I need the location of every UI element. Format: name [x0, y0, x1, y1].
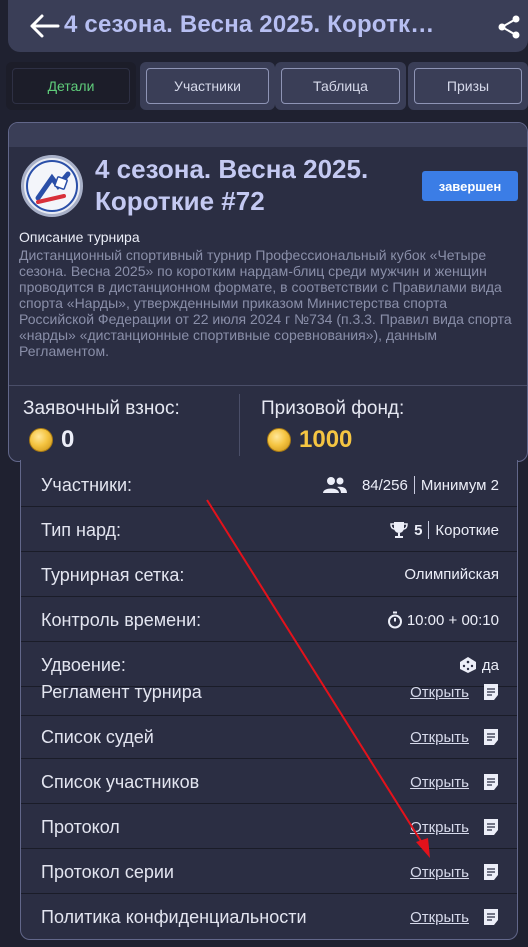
tournament-card: 4 сезона. Весна 2025. Короткие #72 завер…	[8, 122, 528, 462]
description-text: Дистанционный спортивный турнир Професси…	[19, 247, 512, 359]
prize-fund-label: Призовой фонд:	[261, 398, 405, 419]
doc-actions: Открыть	[410, 818, 499, 836]
doc-label: Список участников	[41, 772, 200, 792]
type-count: 5	[414, 521, 423, 539]
doc-actions: Открыть	[410, 863, 499, 881]
open-series-protocol-link[interactable]: Открыть	[410, 864, 469, 881]
bracket-row: Турнирная сетка: Олимпийская	[21, 552, 517, 597]
coin-icon	[29, 428, 53, 452]
doc-row-protocol: Протокол Открыть	[21, 804, 517, 849]
stopwatch-icon	[387, 611, 402, 629]
entry-fee-label: Заявочный взнос:	[23, 398, 180, 419]
document-icon[interactable]	[483, 728, 499, 746]
bracket-label: Турнирная сетка:	[41, 565, 185, 585]
open-privacy-link[interactable]: Открыть	[410, 909, 469, 926]
time-control-label: Контроль времени:	[41, 610, 202, 630]
tab-label: Участники	[146, 68, 269, 104]
type-value: Короткие	[435, 521, 499, 539]
doc-row-participants: Список участников Открыть	[21, 759, 517, 804]
doc-label: Регламент турнира	[41, 682, 202, 702]
tournament-title: 4 сезона. Весна 2025. Короткие #72	[95, 153, 415, 217]
description-title: Описание турнира	[19, 229, 140, 245]
status-badge: завершен	[422, 171, 518, 201]
card-top-bar	[9, 123, 527, 147]
participants-info: 84/256 Минимум 2	[322, 476, 499, 494]
doc-label: Политика конфиденциальности	[41, 907, 307, 927]
document-icon[interactable]	[483, 818, 499, 836]
details-list: Участники: 84/256 Минимум 2 Тип нард: 5	[20, 460, 518, 940]
people-icon	[322, 477, 347, 493]
tournament-title-line2: Короткие #72	[95, 186, 265, 216]
tab-bar: Детали Участники Таблица Призы	[6, 62, 528, 110]
doc-row-judges: Список судей Открыть	[21, 714, 517, 759]
doc-label: Протокол	[41, 817, 120, 837]
type-info: 5 Короткие	[390, 521, 499, 539]
open-regulations-link[interactable]: Открыть	[410, 684, 469, 701]
participants-count: 84/256	[361, 476, 408, 494]
tab-label: Таблица	[281, 68, 400, 104]
time-control-info: 10:00 + 00:10	[387, 611, 499, 629]
app-header: 4 сезона. Весна 2025. Коротк…	[8, 0, 528, 52]
document-icon[interactable]	[483, 773, 499, 791]
participants-minimum: Минимум 2	[420, 476, 499, 494]
type-row: Тип нард: 5 Короткие	[21, 507, 517, 552]
separator	[428, 521, 430, 539]
trophy-icon	[390, 522, 408, 538]
doc-actions: Открыть	[410, 773, 499, 791]
participants-row: Участники: 84/256 Минимум 2	[21, 462, 517, 507]
open-judges-link[interactable]: Открыть	[410, 729, 469, 746]
open-protocol-link[interactable]: Открыть	[410, 819, 469, 836]
document-icon[interactable]	[483, 908, 499, 926]
doc-label: Список судей	[41, 727, 154, 747]
tab-prizes[interactable]: Призы	[408, 62, 528, 110]
document-icon[interactable]	[483, 863, 499, 881]
tab-participants[interactable]: Участники	[140, 62, 275, 110]
doc-row-regulations: Регламент турнира Открыть	[21, 669, 517, 716]
federation-logo	[21, 155, 83, 217]
doc-label: Протокол серии	[41, 862, 174, 882]
tab-details[interactable]: Детали	[6, 62, 136, 110]
coin-icon	[267, 428, 291, 452]
doc-actions: Открыть	[410, 683, 499, 701]
time-control-row: Контроль времени: 10:00 + 00:10	[21, 597, 517, 642]
document-icon[interactable]	[483, 683, 499, 701]
share-icon[interactable]	[496, 14, 522, 40]
page-title: 4 сезона. Весна 2025. Коротк…	[64, 11, 435, 38]
participants-label: Участники:	[41, 475, 132, 495]
doc-row-series-protocol: Протокол серии Открыть	[21, 849, 517, 894]
fees-divider	[239, 394, 240, 456]
doc-actions: Открыть	[410, 908, 499, 926]
open-participants-link[interactable]: Открыть	[410, 774, 469, 791]
doc-actions: Открыть	[410, 728, 499, 746]
fees-section: Заявочный взнос: 0 Призовой фонд: 1000	[9, 385, 527, 461]
entry-fee-value: 0	[61, 426, 75, 453]
type-label: Тип нард:	[41, 520, 122, 540]
prize-fund-value: 1000	[299, 426, 353, 453]
tab-label: Детали	[12, 68, 130, 104]
bracket-value: Олимпийская	[404, 566, 499, 583]
tab-label: Призы	[414, 68, 522, 104]
separator	[413, 476, 415, 494]
arrow-left-icon[interactable]	[28, 12, 62, 40]
tab-table[interactable]: Таблица	[275, 62, 406, 110]
time-control-value: 10:00 + 00:10	[406, 611, 499, 629]
tournament-title-line1: 4 сезона. Весна 2025.	[95, 154, 369, 184]
doc-row-privacy: Политика конфиденциальности Открыть	[21, 894, 517, 939]
